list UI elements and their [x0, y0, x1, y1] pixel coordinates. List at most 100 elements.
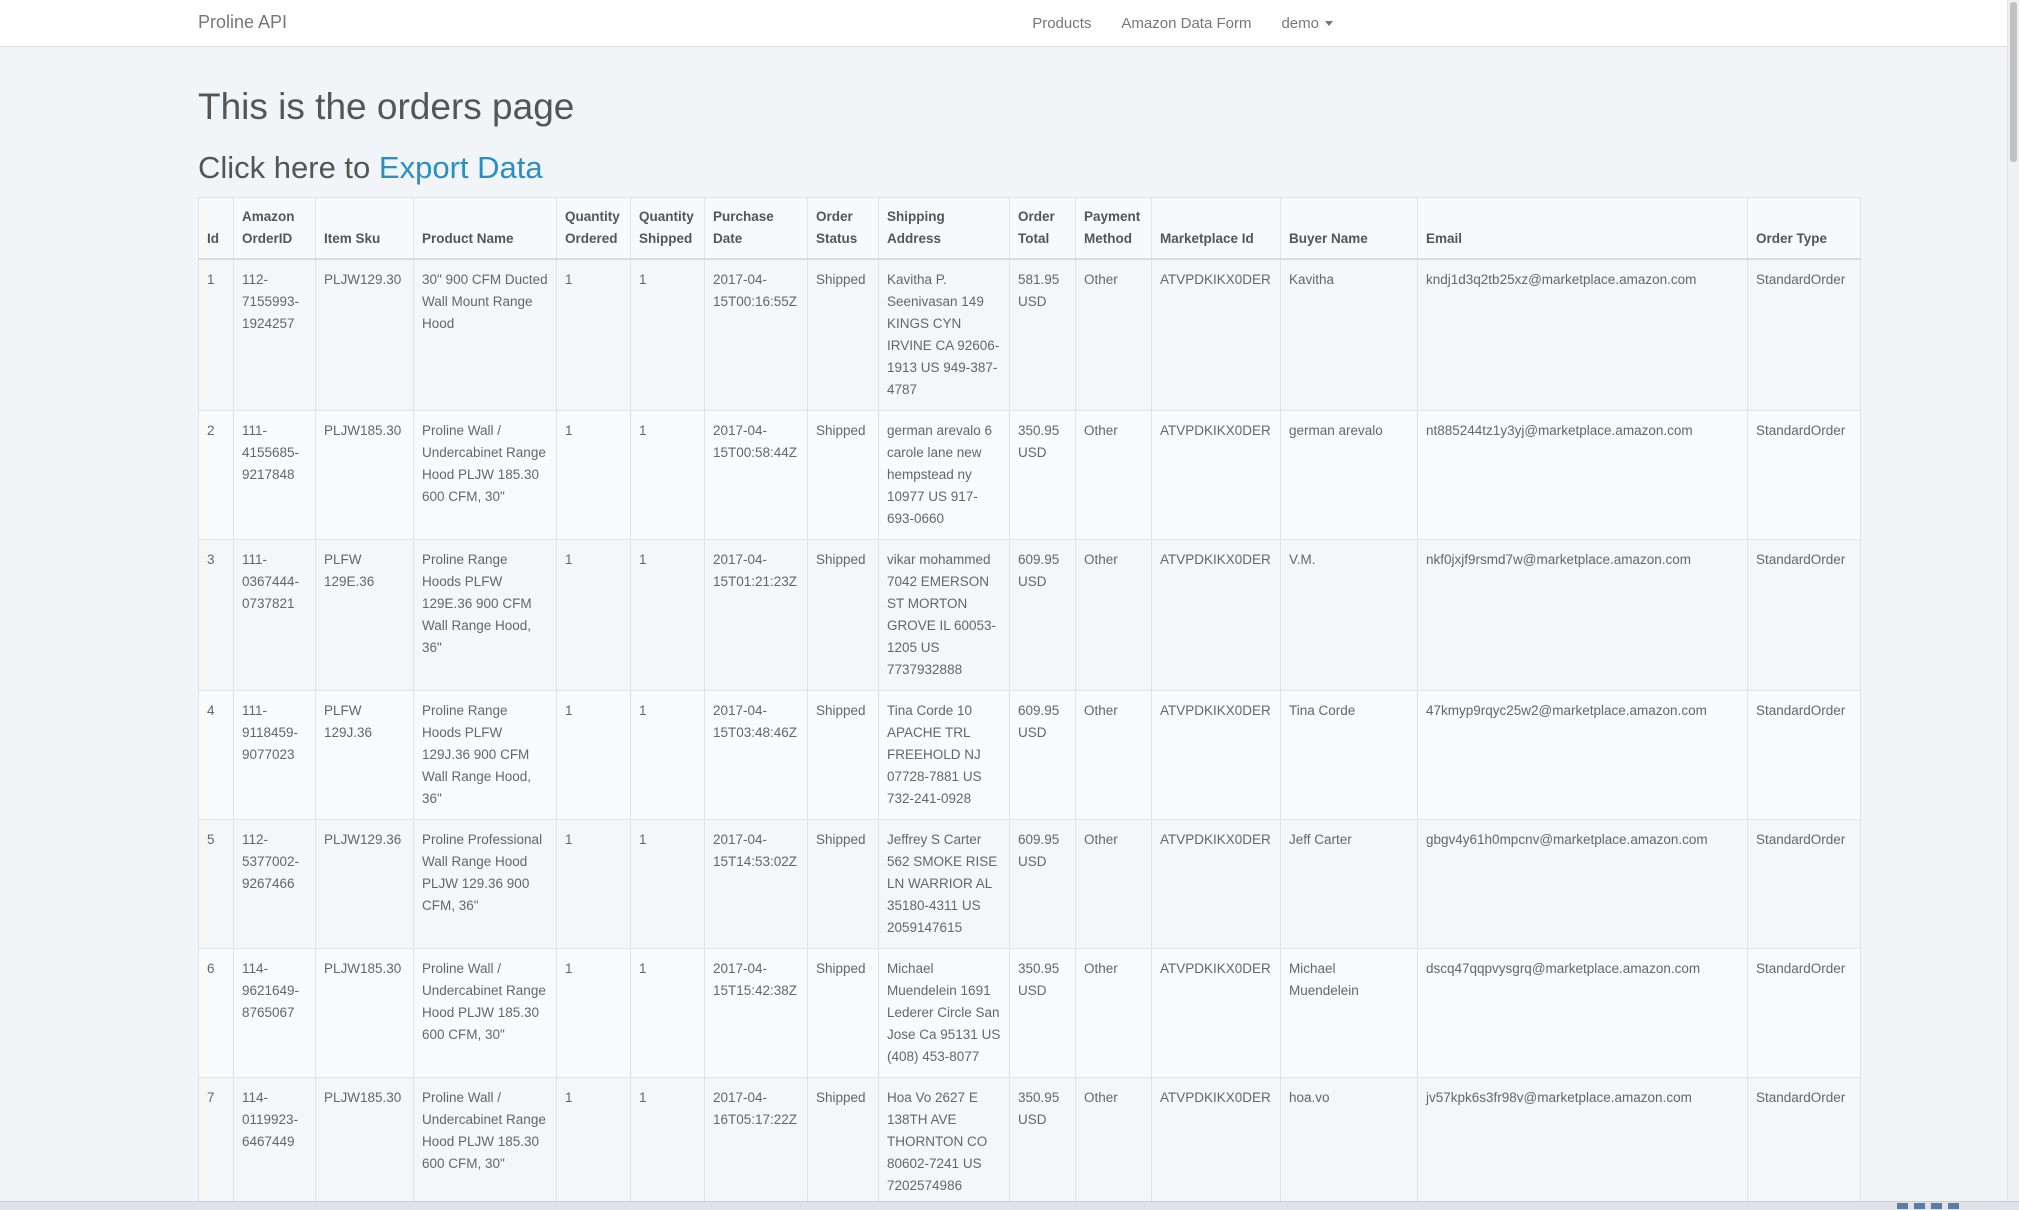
table-cell: StandardOrder — [1747, 690, 1861, 820]
table-cell: Tina Corde — [1280, 690, 1418, 820]
column-header: Buyer Name — [1280, 197, 1418, 260]
export-heading: Click here to Export Data — [198, 150, 543, 186]
table-cell: 111-0367444-0737821 — [233, 539, 316, 691]
column-header: Item Sku — [315, 197, 414, 260]
nav-link-amazon-data-form[interactable]: Amazon Data Form — [1121, 15, 1251, 32]
table-cell: dscq47qqpvysgrq@marketplace.amazon.com — [1417, 948, 1748, 1078]
table-cell: ATVPDKIKX0DER — [1151, 258, 1281, 411]
table-cell: nkf0jxjf9rsmd7w@marketplace.amazon.com — [1417, 539, 1748, 691]
table-cell: 1 — [630, 819, 705, 949]
table-cell: nt885244tz1y3yj@marketplace.amazon.com — [1417, 410, 1748, 540]
table-cell: Proline Professional Wall Range Hood PLJ… — [413, 819, 557, 949]
column-header: Purchase Date — [704, 197, 808, 260]
table-cell: gbgv4y61h0mpcnv@marketplace.amazon.com — [1417, 819, 1748, 949]
table-cell: 112-7155993-1924257 — [233, 258, 316, 411]
table-cell: hoa.vo — [1280, 1077, 1418, 1207]
table-cell: PLJW185.30 — [315, 1077, 414, 1207]
table-cell: 1 — [630, 948, 705, 1078]
top-navbar: Proline API Products Amazon Data Form de… — [0, 0, 2008, 47]
table-cell: Tina Corde 10 APACHE TRL FREEHOLD NJ 077… — [878, 690, 1010, 820]
table-cell: 1 — [630, 1077, 705, 1207]
table-cell: Shipped — [807, 539, 879, 691]
table-cell: StandardOrder — [1747, 410, 1861, 540]
tray-icon[interactable] — [1914, 1203, 1925, 1209]
column-header: Shipping Address — [878, 197, 1010, 260]
table-row: 4 111-9118459-9077023 PLFW 129J.36 Proline … — [198, 690, 1861, 820]
table-cell: PLJW185.30 — [315, 948, 414, 1078]
table-cell: german arevalo — [1280, 410, 1418, 540]
orders-table-container: Id Amazon OrderID Item Sku Product Name Quan… — [198, 197, 1861, 1207]
table-cell: german arevalo 6 carole lane new hempste… — [878, 410, 1010, 540]
table-cell: 2017-04-15T15:42:38Z — [704, 948, 808, 1078]
user-menu-dropdown[interactable]: demo — [1281, 15, 1333, 32]
scrollbar-thumb[interactable] — [2010, 2, 2017, 162]
caret-down-icon — [1325, 21, 1333, 27]
table-cell: 581.95 USD — [1009, 258, 1076, 411]
table-cell: ATVPDKIKX0DER — [1151, 410, 1281, 540]
table-cell: 1 — [556, 690, 631, 820]
table-cell: 4 — [198, 690, 234, 820]
table-cell: Kavitha — [1280, 258, 1418, 411]
table-cell: 1 — [556, 539, 631, 691]
table-cell: 1 — [556, 1077, 631, 1207]
table-cell: 114-9621649-8765067 — [233, 948, 316, 1078]
table-row: 2 111-4155685-9217848 PLJW185.30 Proline Wa… — [198, 410, 1861, 540]
table-cell: 609.95 USD — [1009, 819, 1076, 949]
table-cell: 111-9118459-9077023 — [233, 690, 316, 820]
table-cell: Shipped — [807, 1077, 879, 1207]
table-cell: 1 — [630, 539, 705, 691]
table-cell: Hoa Vo 2627 E 138TH AVE THORNTON CO 8060… — [878, 1077, 1010, 1207]
column-header: Marketplace Id — [1151, 197, 1281, 260]
table-cell: kndj1d3q2tb25xz@marketplace.amazon.com — [1417, 258, 1748, 411]
table-cell: Other — [1075, 690, 1152, 820]
table-cell: PLJW129.36 — [315, 819, 414, 949]
table-cell: Proline Wall / Undercabinet Range Hood P… — [413, 948, 557, 1078]
table-cell: 3 — [198, 539, 234, 691]
nav-link-products[interactable]: Products — [1032, 15, 1091, 32]
table-cell: PLJW185.30 — [315, 410, 414, 540]
table-cell: StandardOrder — [1747, 539, 1861, 691]
bottom-taskbar — [0, 1201, 2019, 1210]
table-cell: 1 — [556, 819, 631, 949]
system-tray — [1897, 1203, 1959, 1209]
table-cell: 1 — [630, 690, 705, 820]
table-cell: 609.95 USD — [1009, 539, 1076, 691]
table-cell: 2017-04-16T05:17:22Z — [704, 1077, 808, 1207]
table-cell: ATVPDKIKX0DER — [1151, 819, 1281, 949]
table-cell: 350.95 USD — [1009, 1077, 1076, 1207]
table-cell: V.M. — [1280, 539, 1418, 691]
tray-icon[interactable] — [1948, 1203, 1959, 1209]
table-cell: vikar mohammed 7042 EMERSON ST MORTON GR… — [878, 539, 1010, 691]
vertical-scrollbar[interactable] — [2007, 0, 2019, 1202]
page-title: This is the orders page — [198, 86, 575, 127]
table-cell: Proline Range Hoods PLFW 129J.36 900 CFM… — [413, 690, 557, 820]
table-cell: 111-4155685-9217848 — [233, 410, 316, 540]
table-cell: Other — [1075, 819, 1152, 949]
table-cell: 350.95 USD — [1009, 948, 1076, 1078]
export-data-link[interactable]: Export Data — [379, 150, 543, 185]
table-cell: PLJW129.30 — [315, 258, 414, 411]
table-cell: StandardOrder — [1747, 1077, 1861, 1207]
column-header: Payment Method — [1075, 197, 1152, 260]
table-cell: Jeff Carter — [1280, 819, 1418, 949]
table-cell: 6 — [198, 948, 234, 1078]
column-header: Order Status — [807, 197, 879, 260]
brand-link[interactable]: Proline API — [198, 12, 287, 33]
table-cell: Michael Muendelein — [1280, 948, 1418, 1078]
table-row: 6 114-9621649-8765067 PLJW185.30 Proline Wa… — [198, 948, 1861, 1078]
tray-icon[interactable] — [1931, 1203, 1942, 1209]
table-cell: jv57kpk6s3fr98v@marketplace.amazon.com — [1417, 1077, 1748, 1207]
column-header: Order Total — [1009, 197, 1076, 260]
tray-icon[interactable] — [1897, 1203, 1908, 1209]
table-cell: 30" 900 CFM Ducted Wall Mount Range Hood — [413, 258, 557, 411]
column-header: Id — [198, 197, 234, 260]
table-cell: Proline Wall / Undercabinet Range Hood P… — [413, 1077, 557, 1207]
table-cell: PLFW 129E.36 — [315, 539, 414, 691]
table-cell: Other — [1075, 539, 1152, 691]
table-cell: Other — [1075, 1077, 1152, 1207]
table-cell: ATVPDKIKX0DER — [1151, 690, 1281, 820]
table-cell: 1 — [630, 410, 705, 540]
table-cell: Other — [1075, 258, 1152, 411]
table-cell: 609.95 USD — [1009, 690, 1076, 820]
table-cell: Shipped — [807, 258, 879, 411]
